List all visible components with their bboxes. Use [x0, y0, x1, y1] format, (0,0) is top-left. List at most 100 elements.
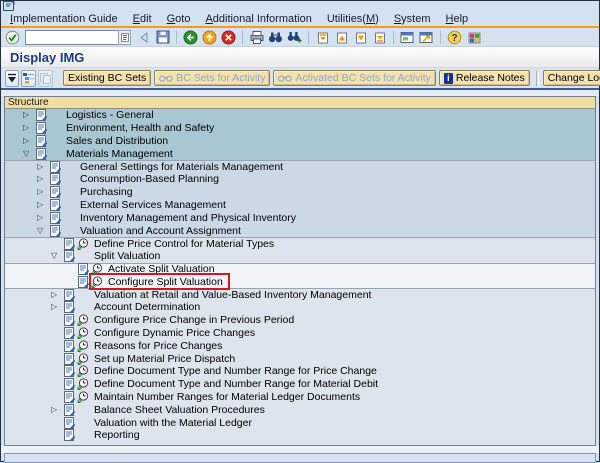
img-activity-icon[interactable] [77, 391, 94, 403]
change-log-button[interactable]: Change Log [542, 70, 600, 86]
find-next-icon[interactable] [286, 29, 303, 45]
exit-icon[interactable] [201, 29, 218, 45]
img-doc-icon[interactable] [36, 134, 49, 147]
tree-item-label[interactable]: Define Price Control for Material Types [94, 238, 274, 250]
enter-icon[interactable] [4, 29, 21, 45]
expand-arrow-icon[interactable]: ▷ [51, 405, 64, 414]
img-doc-icon[interactable] [36, 122, 49, 135]
structure-overview-button[interactable] [21, 69, 36, 87]
img-activity-icon[interactable] [77, 378, 94, 391]
find-icon[interactable] [267, 29, 284, 45]
tree-item-label[interactable]: Account Determination [94, 301, 200, 313]
img-doc-icon[interactable] [64, 314, 77, 327]
menu-edit[interactable]: Edit [133, 13, 152, 25]
last-page-icon[interactable] [371, 29, 388, 45]
img-doc-icon[interactable] [78, 275, 91, 288]
tree-item-set-up-material-price-dispatch[interactable]: Set up Material Price Dispatch [5, 352, 595, 365]
img-doc-icon[interactable] [50, 186, 63, 199]
tree-item-reporting[interactable]: Reporting [5, 428, 595, 442]
img-doc-icon[interactable] [50, 198, 63, 211]
expand-arrow-icon[interactable]: ▷ [37, 188, 50, 196]
tree-item-label[interactable]: Sales and Distribution [66, 135, 168, 147]
img-doc-icon[interactable] [64, 378, 77, 391]
back-icon[interactable] [182, 29, 199, 45]
tree-item-define-price-control-for-material-types[interactable]: Define Price Control for Material Types [5, 236, 595, 250]
first-page-icon[interactable] [314, 29, 331, 45]
tree-item-label[interactable]: Set up Material Price Dispatch [94, 353, 235, 365]
img-doc-icon[interactable] [36, 147, 49, 160]
expand-arrow-icon[interactable]: ▷ [37, 175, 50, 183]
release-notes-button[interactable]: i Release Notes [438, 70, 530, 86]
tree-item-label[interactable]: Logistics - General [66, 109, 154, 121]
copy-button[interactable] [38, 69, 53, 87]
help-icon[interactable]: ? [446, 29, 463, 45]
menu-implementation-guide[interactable]: Implementation Guide [10, 13, 118, 25]
img-doc-icon[interactable] [64, 339, 77, 352]
tree-item-label[interactable]: General Settings for Materials Managemen… [80, 161, 283, 173]
expand-arrow-icon[interactable]: ▷ [51, 291, 64, 299]
tree-item-configure-split-valuation[interactable]: Configure Split Valuation [5, 273, 595, 291]
tree-item-label[interactable]: Configure Price Change in Previous Perio… [94, 314, 294, 326]
tree-item-label[interactable]: Consumption-Based Planning [80, 173, 219, 185]
tree-item-label[interactable]: Define Document Type and Number Range fo… [94, 365, 377, 377]
menu-utilities-m[interactable]: Utilities(M) [327, 13, 379, 25]
tree-item-general-settings-for-materials-management[interactable]: ▷ General Settings for Materials Managem… [5, 160, 595, 174]
cancel-icon[interactable] [220, 29, 237, 45]
tree-item-label[interactable]: Materials Management [66, 148, 173, 160]
expand-arrow-icon[interactable]: ▷ [37, 163, 50, 171]
tree-item-label[interactable]: Maintain Number Ranges for Material Ledg… [94, 391, 360, 403]
command-field[interactable] [25, 29, 118, 45]
bc-sets-for-activity-button[interactable]: BC Sets for Activity [154, 70, 271, 86]
img-doc-icon[interactable] [64, 250, 77, 263]
tree-item-logistics-general[interactable]: ▷ Logistics - General [5, 109, 595, 122]
tree-item-label[interactable]: Valuation with the Material Ledger [94, 417, 252, 429]
img-doc-icon[interactable] [64, 429, 77, 442]
tree-item-maintain-number-ranges-for-material-ledger-documents[interactable]: Maintain Number Ranges for Material Ledg… [5, 390, 595, 404]
img-doc-icon[interactable] [64, 416, 77, 429]
print-icon[interactable] [248, 29, 265, 45]
tree-item-label[interactable]: Inventory Management and Physical Invent… [80, 212, 296, 224]
create-shortcut-icon[interactable] [418, 29, 435, 45]
tree-item-label[interactable]: Configure Dynamic Price Changes [94, 327, 255, 339]
tree-item-configure-price-change-in-previous-period[interactable]: Configure Price Change in Previous Perio… [5, 313, 595, 327]
img-doc-icon[interactable] [64, 390, 77, 403]
activated-bc-sets-for-activity-button[interactable]: Activated BC Sets for Activity [273, 70, 436, 86]
tree-item-label[interactable]: Balance Sheet Valuation Procedures [94, 404, 265, 416]
tree-item-activate-split-valuation[interactable]: Activate Split Valuation [5, 262, 595, 276]
tree-item-valuation-and-account-assignment[interactable]: ▽ Valuation and Account Assignment [5, 224, 595, 237]
new-session-icon[interactable] [399, 29, 416, 45]
tree-item-label[interactable]: Split Valuation [94, 250, 160, 262]
tree-item-configure-dynamic-price-changes[interactable]: Configure Dynamic Price Changes [5, 326, 595, 340]
img-doc-icon[interactable] [64, 403, 77, 416]
save-icon[interactable] [154, 29, 171, 45]
tree-item-external-services-management[interactable]: ▷ External Services Management [5, 198, 595, 212]
tree-item-sales-and-distribution[interactable]: ▷ Sales and Distribution [5, 134, 595, 148]
tree-item-purchasing[interactable]: ▷ Purchasing [5, 185, 595, 199]
menu-additional-information[interactable]: Additional Information [205, 13, 311, 25]
img-doc-icon[interactable] [50, 211, 63, 224]
img-doc-icon[interactable] [64, 326, 77, 339]
tree-item-label[interactable]: Valuation and Account Assignment [80, 225, 241, 237]
expand-arrow-icon[interactable]: ▷ [23, 111, 36, 119]
expand-arrow-icon[interactable]: ▷ [23, 124, 36, 132]
expand-arrow-icon[interactable]: ▷ [51, 303, 64, 311]
page-up-icon[interactable] [333, 29, 350, 45]
expand-subtree-button[interactable] [5, 69, 19, 87]
expand-arrow-icon[interactable]: ▷ [37, 213, 50, 222]
img-activity-icon[interactable] [91, 263, 108, 276]
tree-item-reasons-for-price-changes[interactable]: Reasons for Price Changes [5, 339, 595, 353]
tree-item-label[interactable]: Environment, Health and Safety [66, 122, 214, 134]
img-doc-icon[interactable] [50, 173, 63, 186]
tree-item-define-document-type-and-number-range-for-price-change[interactable]: Define Document Type and Number Range fo… [5, 364, 595, 378]
tree-item-environment-health-and-safety[interactable]: ▷ Environment, Health and Safety [5, 121, 595, 135]
collapse-arrow-icon[interactable]: ▽ [23, 149, 36, 158]
tree-item-valuation-with-the-material-ledger[interactable]: Valuation with the Material Ledger [5, 416, 595, 429]
page-down-icon[interactable] [352, 29, 369, 45]
img-doc-icon[interactable] [36, 109, 49, 122]
img-activity-icon[interactable] [77, 365, 94, 378]
collapse-field-icon[interactable] [135, 29, 152, 45]
tree-item-label[interactable]: Define Document Type and Number Range fo… [94, 378, 378, 390]
img-doc-icon[interactable] [50, 161, 63, 174]
command-field-list-icon[interactable] [118, 29, 131, 45]
img-activity-icon[interactable] [77, 327, 94, 339]
